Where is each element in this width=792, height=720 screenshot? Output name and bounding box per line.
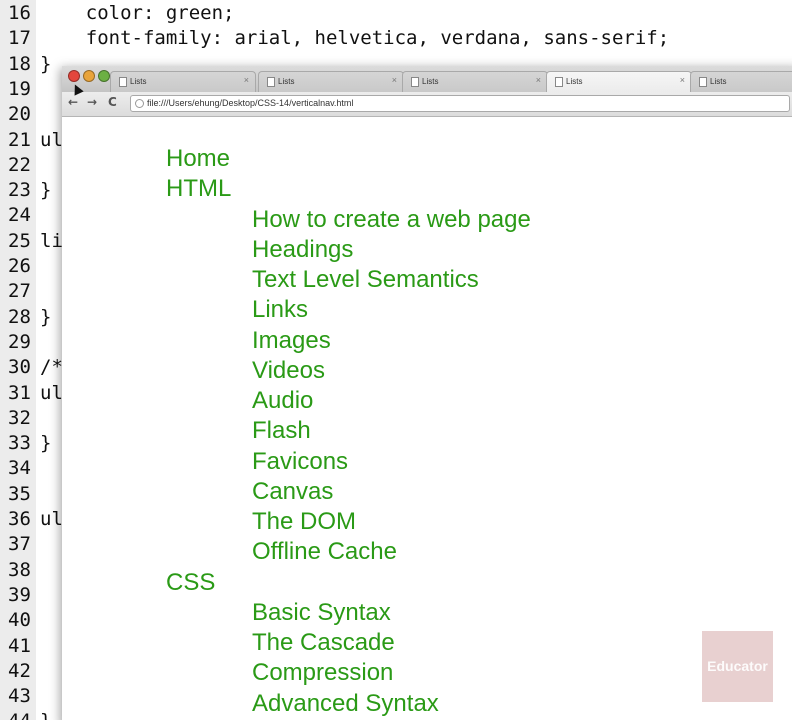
line-number: 19	[8, 77, 31, 100]
nav-sub-link[interactable]: Canvas	[252, 477, 333, 507]
browser-tab[interactable]: Lists ×	[402, 71, 548, 92]
tab-label: Lists	[278, 77, 295, 86]
line-number: 39	[8, 583, 31, 606]
close-icon[interactable]	[68, 70, 80, 82]
line-code: }	[40, 709, 51, 720]
line-number: 35	[8, 482, 31, 505]
line-number: 42	[8, 659, 31, 682]
line-number: 37	[8, 533, 31, 556]
line-code: }	[40, 432, 52, 455]
minimize-icon[interactable]	[83, 70, 95, 82]
nav-sub-link[interactable]: Headings	[252, 235, 353, 265]
line-number: 23	[8, 179, 31, 202]
forward-arrow-icon[interactable]: →	[87, 95, 97, 109]
nav-sub-link[interactable]: Images	[252, 326, 331, 356]
line-number: 44	[8, 709, 36, 720]
line-number: 31	[8, 381, 31, 404]
screen: 16 color: green; 17 font-family: arial, h…	[0, 0, 792, 720]
nav-sub-link[interactable]: Favicons	[252, 447, 348, 477]
browser-tab[interactable]: Lists ×	[258, 71, 404, 92]
educator-watermark: Educator	[702, 631, 773, 702]
nav-section-link[interactable]: HTML	[166, 174, 231, 204]
nav-sub-link[interactable]: Videos	[252, 356, 325, 386]
line-number: 24	[8, 204, 31, 227]
document-icon	[699, 77, 707, 87]
nav-section-link[interactable]: CSS	[166, 568, 215, 598]
line-number: 21	[8, 128, 31, 151]
line-number: 16	[8, 2, 31, 24]
line-number: 18	[8, 52, 31, 75]
nav-sub-link[interactable]: Flash	[252, 416, 311, 446]
line-code: li	[40, 229, 63, 252]
line-number: 29	[8, 330, 31, 353]
line-number: 33	[8, 432, 31, 455]
line-code: /*	[40, 356, 63, 379]
line-number: 43	[8, 685, 31, 708]
line-code: font-family: arial, helvetica, verdana, …	[40, 27, 670, 50]
line-number: 32	[8, 406, 31, 429]
tab-close-icon[interactable]: ×	[392, 75, 397, 85]
document-icon	[119, 77, 127, 87]
nav-sub-link[interactable]: Offline Cache	[252, 537, 397, 567]
line-number: 34	[8, 457, 31, 480]
browser-tab[interactable]: Lists ×	[110, 71, 256, 92]
document-icon	[411, 77, 419, 87]
tab-close-icon[interactable]: ×	[244, 75, 249, 85]
page-info-icon[interactable]	[135, 99, 144, 108]
nav-sub-link[interactable]: Audio	[252, 386, 313, 416]
tab-label: Lists	[130, 77, 147, 86]
line-number: 41	[8, 634, 31, 657]
line-code: ul	[40, 381, 63, 404]
line-number: 17	[8, 27, 31, 50]
browser-tab[interactable]: Lists ×	[546, 71, 692, 92]
line-code: ul	[40, 508, 63, 530]
watermark-text: Educator	[707, 658, 768, 674]
browser-tab[interactable]: Lists×	[690, 71, 792, 92]
nav-sub-link[interactable]: Compression	[252, 658, 393, 688]
tab-label: Lists	[710, 77, 727, 86]
tab-close-icon[interactable]: ×	[680, 75, 685, 85]
tab-label: Lists	[566, 77, 583, 86]
line-number: 26	[8, 255, 31, 277]
browser-window: Lists×Lists×Lists×Lists×Lists× ← → C fil…	[62, 66, 792, 720]
nav-sub-link[interactable]: How to create a web page	[252, 205, 531, 235]
nav-sub-link[interactable]: The DOM	[252, 507, 356, 537]
page-viewport: Home HTML How to create a web page Headings…	[62, 117, 792, 720]
line-code: }	[40, 179, 52, 202]
line-code: }	[40, 52, 52, 75]
line-number: 38	[8, 558, 31, 581]
line-number: 30	[8, 356, 31, 379]
nav-sub-link[interactable]: Links	[252, 295, 308, 325]
browser-toolbar: ← → C file:///Users/ehung/Desktop/CSS-14…	[62, 92, 792, 117]
maximize-icon[interactable]	[98, 70, 110, 82]
line-number: 25	[8, 229, 31, 252]
back-arrow-icon[interactable]: ←	[68, 95, 78, 109]
line-number: 36	[8, 508, 31, 530]
line-number: 40	[8, 609, 31, 632]
line-code: ul	[40, 128, 63, 151]
tab-strip: Lists×Lists×Lists×Lists×Lists×	[62, 66, 792, 92]
tab-label: Lists	[422, 77, 439, 86]
nav-sub-link[interactable]: Advanced Syntax	[252, 689, 439, 719]
reload-icon[interactable]: C	[108, 95, 117, 109]
nav-sub-link[interactable]: Text Level Semantics	[252, 265, 479, 295]
line-number: 22	[8, 153, 31, 176]
nav-sub-link[interactable]: Basic Syntax	[252, 598, 391, 628]
url-text[interactable]: file:///Users/ehung/Desktop/CSS-14/verti…	[147, 98, 353, 108]
nav-sub-link[interactable]: The Cascade	[252, 628, 395, 658]
line-number: 27	[8, 280, 31, 303]
line-code: color: green;	[40, 2, 235, 24]
line-code: }	[40, 305, 52, 328]
nav-section-link[interactable]: Home	[166, 144, 230, 174]
document-icon	[555, 77, 563, 87]
tab-close-icon[interactable]: ×	[536, 75, 541, 85]
line-number: 20	[8, 103, 31, 126]
document-icon	[267, 77, 275, 87]
address-bar[interactable]: file:///Users/ehung/Desktop/CSS-14/verti…	[130, 95, 790, 112]
line-number: 28	[8, 305, 31, 328]
